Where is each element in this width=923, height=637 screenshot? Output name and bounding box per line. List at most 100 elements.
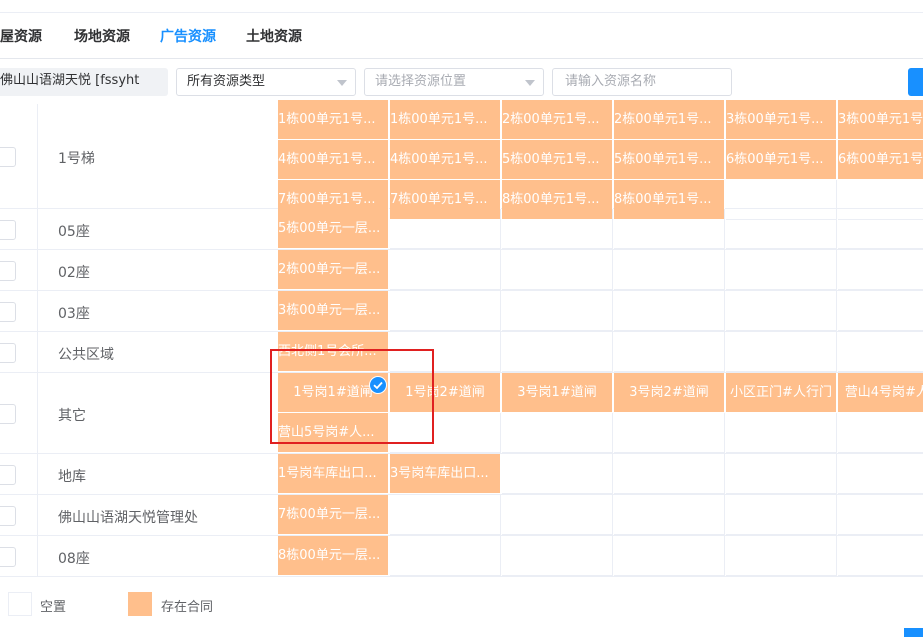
search-button[interactable] <box>908 68 923 96</box>
tab-venue[interactable]: 场地资源 <box>74 26 130 46</box>
tab-land[interactable]: 土地资源 <box>246 26 302 46</box>
row-label: 地库 <box>58 468 86 485</box>
resource-cell[interactable]: 5栋00单元1号... <box>502 140 613 180</box>
resource-cell[interactable]: 5栋00单元一层... <box>278 209 389 249</box>
legend-vacant-label: 空置 <box>40 600 67 615</box>
row-checkbox[interactable] <box>0 219 16 240</box>
row-checkbox[interactable] <box>0 301 16 322</box>
chevron-down-icon <box>525 80 535 86</box>
empty-cell <box>390 209 501 249</box>
empty-cell <box>502 536 613 576</box>
resource-cell[interactable]: 2栋00单元一层... <box>278 250 389 290</box>
grid-row: 1号梯 1栋00单元1号... 1栋00单元1号... 2栋00单元1号... 2栋00… <box>0 100 923 220</box>
resource-cell[interactable]: 3栋00单元1号... <box>726 100 837 140</box>
grid-row: 05座 5栋00单元一层... <box>0 209 923 250</box>
empty-cell <box>614 250 725 290</box>
empty-cell <box>726 209 837 249</box>
empty-cell <box>726 291 837 331</box>
empty-cell <box>502 454 613 494</box>
row-checkbox[interactable] <box>0 403 16 424</box>
empty-cell <box>390 291 501 331</box>
resource-cell[interactable]: 2栋00单元1号... <box>614 100 725 140</box>
row-checkbox[interactable] <box>0 546 16 567</box>
empty-cell <box>726 536 837 576</box>
resource-cell[interactable]: 3栋00单元1号... <box>838 100 923 140</box>
grid-divider <box>37 104 38 576</box>
row-checkbox[interactable] <box>0 505 16 526</box>
empty-cell <box>838 332 923 372</box>
resource-type-value: 所有资源类型 <box>187 74 266 89</box>
resource-cell[interactable]: 3栋00单元一层... <box>278 291 389 331</box>
resource-cell[interactable]: 2栋00单元1号... <box>502 100 613 140</box>
name-search-input[interactable]: 请输入资源名称 <box>552 68 732 96</box>
row-checkbox[interactable] <box>0 464 16 485</box>
empty-cell <box>838 291 923 331</box>
row-checkbox[interactable] <box>0 146 16 167</box>
grid-row: 其它 1号岗1#道闸 1号岗2#道闸 3号岗1#道闸 3号岗2#道闸 小区正门#人行门 营山… <box>0 373 923 454</box>
empty-cell <box>390 536 501 576</box>
resource-cell[interactable]: 营山4号岗#人... <box>838 373 923 413</box>
empty-cell <box>502 250 613 290</box>
empty-cell <box>838 495 923 535</box>
empty-cell <box>502 413 613 453</box>
resource-cell[interactable]: 6栋00单元1号... <box>838 140 923 180</box>
empty-cell <box>838 413 923 453</box>
grid-row: 03座 3栋00单元一层... <box>0 291 923 332</box>
chevron-down-icon <box>337 80 347 86</box>
empty-cell <box>838 536 923 576</box>
resource-cell[interactable]: 4栋00单元1号... <box>278 140 389 180</box>
location-select[interactable]: 请选择资源位置 <box>364 68 544 96</box>
empty-cell <box>726 454 837 494</box>
grid-bottom-border <box>0 576 923 577</box>
resource-cell[interactable]: 8栋00单元一层... <box>278 536 389 576</box>
project-selector[interactable]: 佛山山语湖天悦 [fssyht <box>0 68 168 96</box>
legend-contract-label: 存在合同 <box>161 600 214 615</box>
row-label: 03座 <box>58 305 90 322</box>
resource-cell[interactable]: 3号岗2#道闸 <box>614 373 725 413</box>
resource-cell[interactable]: 1号岗车库出口... <box>278 454 389 494</box>
top-divider <box>0 12 923 13</box>
empty-cell <box>390 250 501 290</box>
resource-cell[interactable]: 1栋00单元1号... <box>278 100 389 140</box>
row-label: 1号梯 <box>58 150 95 167</box>
row-label: 02座 <box>58 264 90 281</box>
empty-cell <box>614 413 725 453</box>
resource-cell[interactable]: 小区正门#人行门 <box>726 373 837 413</box>
row-checkbox[interactable] <box>0 342 16 363</box>
row-label: 其它 <box>58 407 86 424</box>
resource-cell[interactable]: 6栋00单元1号... <box>726 140 837 180</box>
empty-cell <box>838 454 923 494</box>
empty-cell <box>502 209 613 249</box>
legend-vacant-swatch <box>8 592 32 616</box>
resource-type-select[interactable]: 所有资源类型 <box>176 68 356 96</box>
resource-cell[interactable]: 3号岗车库出口... <box>390 454 501 494</box>
empty-cell <box>614 291 725 331</box>
tab-house[interactable]: 房屋资源 <box>0 26 42 46</box>
row-label: 佛山山语湖天悦管理处 <box>58 509 198 526</box>
empty-cell <box>502 495 613 535</box>
resource-cell[interactable]: 7栋00单元一层... <box>278 495 389 535</box>
corner-button[interactable] <box>904 628 923 637</box>
resource-cell[interactable]: 4栋00单元1号... <box>390 140 501 180</box>
grid-row: 02座 2栋00单元一层... <box>0 250 923 291</box>
tab-advertising[interactable]: 广告资源 <box>160 26 216 46</box>
row-checkbox[interactable] <box>0 260 16 281</box>
resource-cell[interactable]: 1栋00单元1号... <box>390 100 501 140</box>
grid-row: 公共区域 西北侧1号会所... <box>0 332 923 373</box>
tab-divider <box>0 58 923 59</box>
empty-cell <box>726 332 837 372</box>
check-circle-icon <box>369 376 387 394</box>
grid-row: 地库 1号岗车库出口... 3号岗车库出口... <box>0 454 923 495</box>
empty-cell <box>726 413 837 453</box>
empty-cell <box>502 332 613 372</box>
empty-cell <box>726 495 837 535</box>
empty-cell <box>614 332 725 372</box>
resource-cell[interactable]: 5栋00单元1号... <box>614 140 725 180</box>
selection-highlight <box>270 349 434 444</box>
resource-cell[interactable]: 3号岗1#道闸 <box>502 373 613 413</box>
row-label: 08座 <box>58 550 90 567</box>
empty-cell <box>502 291 613 331</box>
empty-cell <box>614 536 725 576</box>
grid-row: 佛山山语湖天悦管理处 7栋00单元一层... <box>0 495 923 536</box>
empty-cell <box>614 454 725 494</box>
